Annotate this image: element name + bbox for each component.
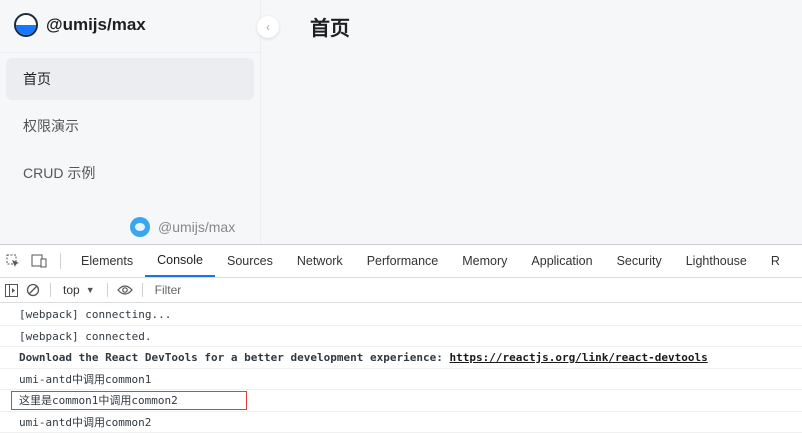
show-sidebar-icon[interactable] xyxy=(0,278,22,302)
tab-sources[interactable]: Sources xyxy=(215,245,285,277)
page-title: 首页 xyxy=(310,12,350,41)
sidebar-item-crud[interactable]: CRUD 示例 xyxy=(6,152,254,194)
toolbar-divider xyxy=(50,283,51,297)
devtools-tabbar: Elements Console Sources Network Perform… xyxy=(0,245,802,278)
tab-elements[interactable]: Elements xyxy=(69,245,145,277)
caret-down-icon: ▼ xyxy=(86,285,95,295)
tab-console[interactable]: Console xyxy=(145,245,215,277)
tab-network[interactable]: Network xyxy=(285,245,355,277)
chevron-left-icon: ‹ xyxy=(266,20,270,34)
console-toolbar: top ▼ Filter xyxy=(0,278,802,303)
sidebar-menu: 首页 权限演示 CRUD 示例 xyxy=(6,58,254,199)
context-selector[interactable]: top ▼ xyxy=(57,283,101,297)
tab-truncated[interactable]: R xyxy=(759,245,792,277)
console-line: [webpack] connected. xyxy=(0,326,802,348)
tab-lighthouse[interactable]: Lighthouse xyxy=(674,245,759,277)
console-message: umi-antd中调用common1 xyxy=(19,373,151,386)
app-window: @umijs/max 首页 权限演示 CRUD 示例 @umijs/max ‹ … xyxy=(0,0,802,244)
sidebar-item-label: 首页 xyxy=(23,69,51,89)
sidebar-footer: @umijs/max xyxy=(130,217,235,237)
highlight-box xyxy=(11,391,247,410)
sidebar-item-home[interactable]: 首页 xyxy=(6,58,254,100)
sidebar-item-access[interactable]: 权限演示 xyxy=(6,105,254,147)
console-message: Download the React DevTools for a better… xyxy=(19,351,449,364)
umi-logo-icon xyxy=(14,13,38,37)
console-output: [webpack] connecting... [webpack] connec… xyxy=(0,304,802,433)
device-toolbar-icon[interactable] xyxy=(26,245,52,277)
sidebar-item-label: CRUD 示例 xyxy=(23,163,95,183)
collapse-sidebar-button[interactable]: ‹ xyxy=(257,16,279,38)
console-message: [webpack] connecting... xyxy=(19,308,171,321)
devtools-panel: Elements Console Sources Network Perform… xyxy=(0,244,802,433)
clear-console-icon[interactable] xyxy=(22,278,44,302)
console-message: [webpack] connected. xyxy=(19,330,151,343)
console-line-highlighted: 这里是common1中调用common2 xyxy=(0,390,802,412)
eye-icon[interactable] xyxy=(114,278,136,302)
avatar-icon xyxy=(130,217,150,237)
brand-title: @umijs/max xyxy=(46,15,146,35)
toolbar-divider xyxy=(107,283,108,297)
tabbar-divider xyxy=(60,253,61,269)
tab-application[interactable]: Application xyxy=(519,245,604,277)
sidebar-divider xyxy=(0,52,260,53)
brand[interactable]: @umijs/max xyxy=(14,10,146,40)
toolbar-divider xyxy=(142,283,143,297)
inspect-element-icon[interactable] xyxy=(0,245,26,277)
filter-input[interactable]: Filter xyxy=(149,283,182,297)
footer-text: @umijs/max xyxy=(158,219,235,235)
devtools-link[interactable]: https://reactjs.org/link/react-devtools xyxy=(449,351,707,364)
console-line: umi-antd中调用common1 xyxy=(0,369,802,391)
console-message: umi-antd中调用common2 xyxy=(19,416,151,429)
sidebar-item-label: 权限演示 xyxy=(23,116,79,136)
console-line: [webpack] connecting... xyxy=(0,304,802,326)
tab-security[interactable]: Security xyxy=(605,245,674,277)
context-label: top xyxy=(63,283,80,297)
tab-performance[interactable]: Performance xyxy=(355,245,451,277)
sidebar: @umijs/max 首页 权限演示 CRUD 示例 @umijs/max xyxy=(0,0,261,244)
console-line: Download the React DevTools for a better… xyxy=(0,347,802,369)
tab-memory[interactable]: Memory xyxy=(450,245,519,277)
console-line: umi-antd中调用common2 xyxy=(0,412,802,433)
